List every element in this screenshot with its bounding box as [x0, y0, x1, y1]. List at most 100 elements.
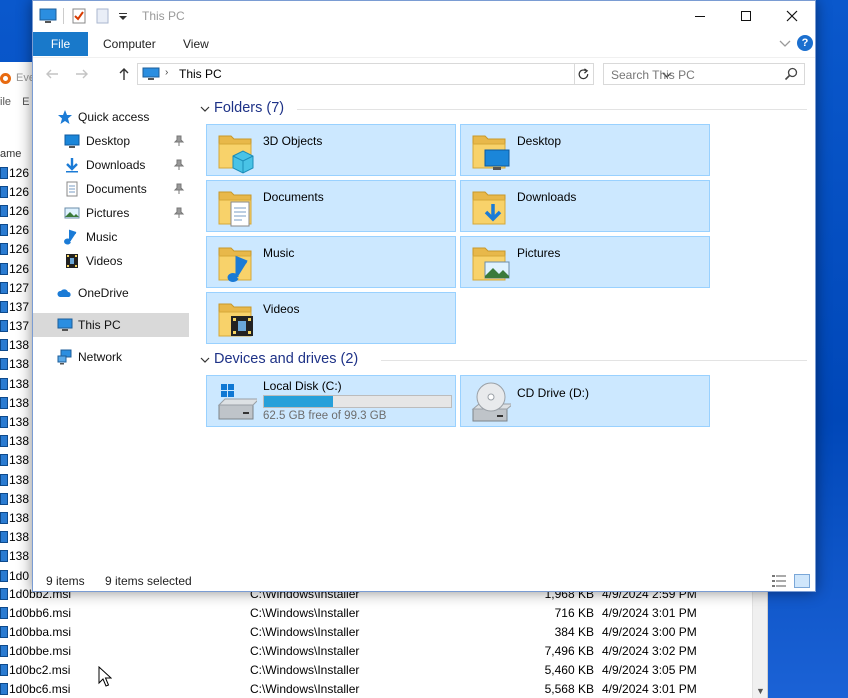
- pin-icon[interactable]: [173, 207, 185, 219]
- background-list-row[interactable]: 138: [0, 432, 32, 451]
- breadcrumb-chevron-icon[interactable]: ›: [165, 67, 168, 78]
- desktop-folder-icon: [64, 133, 80, 149]
- back-button[interactable]: [43, 65, 61, 83]
- sidebar-item-documents[interactable]: Documents: [33, 177, 189, 201]
- table-row[interactable]: 1d0bb6.msi C:\Windows\Installer 716 KB 4/9/…: [0, 603, 752, 622]
- sidebar-item-downloads[interactable]: Downloads: [33, 153, 189, 177]
- background-list-row[interactable]: 138: [0, 374, 32, 393]
- collapse-chevron-icon[interactable]: [199, 103, 211, 115]
- pin-icon[interactable]: [173, 135, 185, 147]
- search-icon[interactable]: [784, 67, 798, 81]
- tab-view[interactable]: View: [183, 37, 209, 51]
- folder-tile-3d-objects[interactable]: 3D Objects: [206, 124, 456, 176]
- maximize-button[interactable]: [723, 1, 769, 31]
- msi-file-icon: [0, 224, 8, 237]
- background-list-row[interactable]: 1d0: [0, 566, 32, 585]
- file-name: 1d0bc2.msi: [9, 663, 71, 677]
- file-name: 138: [9, 415, 30, 430]
- drive-tile-local-disk[interactable]: Local Disk (C:) 62.5 GB free of 99.3 GB: [206, 375, 456, 427]
- background-list-row[interactable]: 126: [0, 221, 32, 240]
- background-column-header-name[interactable]: ame: [0, 148, 21, 160]
- properties-icon[interactable]: [70, 7, 88, 25]
- background-list-row[interactable]: 126: [0, 240, 32, 259]
- sidebar-item-onedrive[interactable]: OneDrive: [33, 281, 189, 305]
- sidebar-item-network[interactable]: Network: [33, 345, 189, 369]
- background-list-row[interactable]: 126: [0, 259, 32, 278]
- background-list-row[interactable]: 138: [0, 412, 32, 431]
- background-list-row[interactable]: 138: [0, 508, 32, 527]
- folder-tile-videos[interactable]: Videos: [206, 292, 456, 344]
- background-list-row[interactable]: 127: [0, 278, 32, 297]
- background-list-row[interactable]: 126: [0, 182, 32, 201]
- background-list-row[interactable]: 138: [0, 355, 32, 374]
- table-row[interactable]: 1d0bc2.msi C:\Windows\Installer 5,460 KB 4/…: [0, 660, 752, 679]
- customize-toolbar-dropdown-icon[interactable]: [118, 7, 128, 25]
- tab-file[interactable]: File: [33, 32, 88, 56]
- background-list-row[interactable]: 138: [0, 336, 32, 355]
- folder-tile-music[interactable]: Music: [206, 236, 456, 288]
- tab-computer[interactable]: Computer: [103, 37, 156, 51]
- folder-tile-downloads[interactable]: Downloads: [460, 180, 710, 232]
- minimize-button[interactable]: [677, 1, 723, 31]
- drives-group-header[interactable]: Devices and drives (2): [199, 351, 807, 371]
- table-row[interactable]: 1d0bbe.msi C:\Windows\Installer 7,496 KB 4/…: [0, 641, 752, 660]
- title-bar: This PC: [33, 1, 815, 32]
- collapse-chevron-icon[interactable]: [199, 354, 211, 366]
- file-name: 1d0bba.msi: [9, 625, 72, 639]
- background-list-row[interactable]: 138: [0, 528, 32, 547]
- background-left-names: 126 126 126 126 126 126 127 137 137 138 138 138 138 1…: [0, 163, 32, 585]
- file-path: C:\Windows\Installer: [250, 625, 360, 639]
- background-list-row[interactable]: 126: [0, 201, 32, 220]
- folder-tile-documents[interactable]: Documents: [206, 180, 456, 232]
- background-menu-item[interactable]: E: [22, 96, 29, 108]
- table-row[interactable]: 1d0bba.msi C:\Windows\Installer 384 KB 4/9/…: [0, 622, 752, 641]
- help-icon[interactable]: ?: [797, 35, 813, 51]
- status-item-count: 9 items: [46, 574, 85, 588]
- onedrive-cloud-icon: [57, 285, 73, 301]
- new-folder-icon[interactable]: [94, 7, 112, 25]
- pin-icon[interactable]: [173, 183, 185, 195]
- close-button[interactable]: [769, 1, 815, 31]
- background-list-row[interactable]: 138: [0, 470, 32, 489]
- sidebar-item-music[interactable]: Music: [33, 225, 189, 249]
- sidebar-item-desktop[interactable]: Desktop: [33, 129, 189, 153]
- background-list-row[interactable]: 126: [0, 163, 32, 182]
- background-list-row[interactable]: 138: [0, 547, 32, 566]
- drive-tile-cd-drive[interactable]: CD Drive (D:): [460, 375, 710, 427]
- pin-icon[interactable]: [173, 159, 185, 171]
- background-app-tab[interactable]: Eve: [0, 70, 35, 88]
- sidebar-item-videos[interactable]: Videos: [33, 249, 189, 273]
- file-name-cell: 1d0bbe.msi: [0, 644, 71, 658]
- breadcrumb-location[interactable]: This PC: [179, 67, 222, 81]
- expand-ribbon-chevron-icon[interactable]: [777, 35, 793, 51]
- table-row[interactable]: 1d0bc6.msi C:\Windows\Installer 5,568 KB 4/…: [0, 679, 752, 698]
- toolbar-separator: [63, 8, 64, 24]
- file-name: 138: [9, 357, 30, 372]
- scroll-down-arrow-icon[interactable]: ▼: [756, 686, 765, 696]
- background-scrollbar[interactable]: ▼: [752, 574, 767, 698]
- address-bar[interactable]: › This PC: [137, 63, 672, 85]
- background-list-row[interactable]: 138: [0, 489, 32, 508]
- forward-button[interactable]: [73, 65, 91, 83]
- sidebar-item-pictures[interactable]: Pictures: [33, 201, 189, 225]
- sidebar-item-this-pc[interactable]: This PC: [33, 313, 189, 337]
- background-list-row[interactable]: 138: [0, 393, 32, 412]
- cd-drive-icon: [471, 382, 511, 422]
- background-list-row[interactable]: 137: [0, 317, 32, 336]
- sidebar-item-quick-access[interactable]: Quick access: [33, 105, 189, 129]
- folders-group-header[interactable]: Folders (7): [199, 100, 807, 120]
- refresh-button[interactable]: [574, 63, 594, 85]
- folder-tile-pictures[interactable]: Pictures: [460, 236, 710, 288]
- details-view-icon[interactable]: [771, 574, 787, 588]
- folder-tile-desktop[interactable]: Desktop: [460, 124, 710, 176]
- large-icons-view-icon[interactable]: [794, 574, 810, 588]
- window-title: This PC: [142, 9, 185, 23]
- search-input[interactable]: Search This PC: [603, 63, 805, 85]
- background-list-row[interactable]: 137: [0, 297, 32, 316]
- background-menu-item[interactable]: ile: [0, 96, 11, 108]
- up-button[interactable]: [115, 65, 133, 83]
- msi-file-icon: [0, 243, 8, 256]
- background-list-row[interactable]: 138: [0, 451, 32, 470]
- msi-file-icon: [0, 473, 8, 486]
- file-name: 126: [9, 184, 30, 199]
